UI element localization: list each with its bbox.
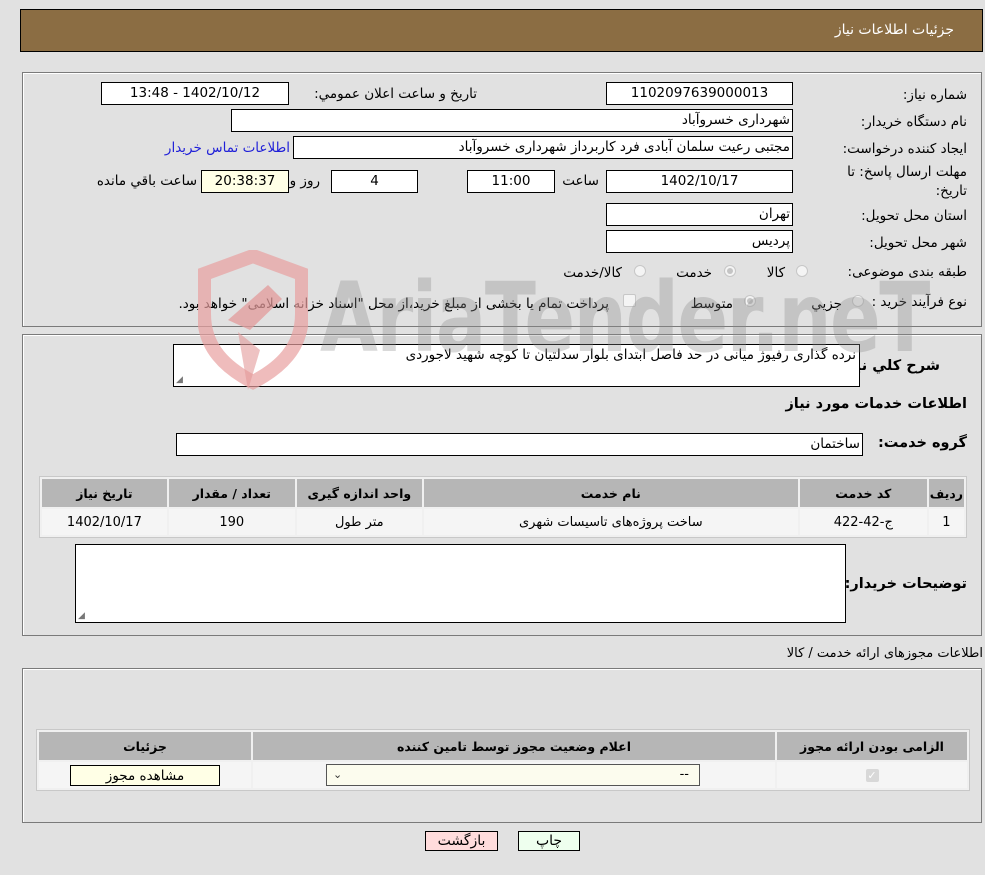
col-quantity: تعداد / مقدار (168, 479, 295, 507)
category-label-goods: کالا (766, 265, 785, 281)
cell-service-code: ج-42-422 (799, 509, 927, 535)
category-label-goods-service: کالا/خدمت (563, 265, 622, 281)
resize-grip-icon[interactable]: ◢ (78, 611, 85, 621)
process-label: نوع فرآیند خرید : (871, 294, 967, 310)
col-unit: واحد اندازه گیری (296, 479, 422, 507)
col-permit-status: اعلام وضعیت مجوز توسط تامین کننده (253, 732, 775, 760)
services-section-title: اطلاعات خدمات مورد نیاز (785, 396, 967, 412)
category-radio-goods[interactable] (796, 265, 808, 277)
remaining-time-field: 20:38:37 (201, 170, 289, 193)
creator-field: مجتبی رعیت سلمان آبادی فرد کاربرداز شهرد… (293, 136, 793, 159)
col-need-date: تاریخ نیاز (42, 479, 167, 507)
permit-required-checkbox: ✓ (865, 768, 879, 782)
process-label-medium: متوسط (690, 296, 733, 312)
col-service-name: نام خدمت (423, 479, 798, 507)
cell-need-date: 1402/10/17 (42, 509, 167, 535)
print-button[interactable]: چاپ (518, 831, 580, 851)
process-label-small: جزیي (811, 296, 842, 312)
announce-datetime-field: 1402/10/12 - 13:48 (101, 82, 289, 105)
province-label: استان محل تحویل: (861, 208, 967, 224)
table-row: ✓ -- ⌄ مشاهده مجوز (39, 762, 967, 788)
permit-status-select[interactable]: -- ⌄ (326, 764, 700, 786)
permits-table-header: الزامی بودن ارائه مجوز اعلام وضعیت مجوز … (39, 732, 967, 760)
deadline-date-field: 1402/10/17 (606, 170, 793, 193)
back-button[interactable]: بازگشت (425, 831, 498, 851)
service-group-field: ساختمان (176, 433, 863, 456)
col-row: ردیف (928, 479, 964, 507)
process-radio-medium[interactable] (744, 295, 756, 307)
deadline-time-label: ساعت (562, 173, 599, 189)
description-text: نرده گذاری رفیوژ میانی در حد فاصل ابتدای… (405, 347, 856, 363)
cell-row: 1 (928, 509, 964, 535)
buyer-org-label: نام دستگاه خریدار: (860, 114, 967, 130)
days-field: 4 (331, 170, 418, 193)
service-group-label: گروه خدمت: (877, 435, 967, 451)
buyer-notes-label: توضیحات خریدار: (844, 576, 967, 592)
treasury-checkbox[interactable] (623, 294, 636, 307)
category-label: طبقه بندی موضوعی: (847, 264, 967, 280)
days-label: روز و (289, 173, 320, 189)
chevron-down-icon: ⌄ (333, 768, 343, 781)
need-number-field: 1102097639000013 (606, 82, 793, 105)
col-service-code: کد خدمت (799, 479, 927, 507)
description-textarea[interactable]: نرده گذاری رفیوژ میانی در حد فاصل ابتدای… (173, 344, 860, 387)
services-table-header: ردیف کد خدمت نام خدمت واحد اندازه گیری ت… (42, 479, 964, 507)
remaining-label: ساعت باقي مانده (96, 173, 197, 189)
cell-unit: متر طول (296, 509, 422, 535)
deadline-label-line2: تاریخ: (935, 183, 967, 199)
permit-status-value: -- (679, 767, 689, 782)
creator-label: ایجاد کننده درخواست: (842, 141, 967, 157)
category-radio-service[interactable] (724, 265, 736, 277)
need-number-label: شماره نیاز: (902, 87, 967, 103)
services-table: ردیف کد خدمت نام خدمت واحد اندازه گیری ت… (39, 476, 967, 538)
col-permit-details: جزئیات (39, 732, 251, 760)
category-label-service: خدمت (676, 265, 712, 281)
cell-quantity: 190 (168, 509, 295, 535)
cell-permit-details: مشاهده مجوز (39, 762, 251, 788)
process-radio-small[interactable] (852, 295, 864, 307)
treasury-note: پرداخت تمام یا بخشی از مبلغ خرید،از محل … (178, 296, 609, 312)
view-permit-button[interactable]: مشاهده مجوز (70, 764, 220, 786)
city-label: شهر محل تحویل: (869, 235, 967, 251)
cell-permit-required: ✓ (777, 762, 967, 788)
deadline-time-field: 11:00 (467, 170, 555, 193)
buyer-notes-textarea[interactable]: ◢ (75, 544, 846, 623)
announce-label: تاریخ و ساعت اعلان عمومي: (314, 86, 477, 102)
cell-permit-status: -- ⌄ (253, 762, 775, 788)
province-field: تهران (606, 203, 793, 226)
city-field: پردیس (606, 230, 793, 253)
permits-table: الزامی بودن ارائه مجوز اعلام وضعیت مجوز … (36, 729, 970, 791)
page-header: جزئیات اطلاعات نیاز (20, 9, 983, 52)
resize-grip-icon[interactable]: ◢ (176, 375, 183, 385)
table-row: 1 ج-42-422 ساخت پروژه‌های تاسیسات شهری م… (42, 509, 964, 535)
category-radio-goods-service[interactable] (634, 265, 646, 277)
cell-service-name: ساخت پروژه‌های تاسیسات شهری (423, 509, 798, 535)
page-title: جزئیات اطلاعات نیاز (834, 22, 954, 38)
col-permit-required: الزامی بودن ارائه مجوز (777, 732, 967, 760)
deadline-label-line1: مهلت ارسال پاسخ: تا (847, 164, 967, 180)
buyer-contact-link[interactable]: اطلاعات تماس خریدار (165, 140, 290, 156)
permits-section-title: اطلاعات مجوزهای ارائه خدمت / کالا (786, 646, 983, 661)
buyer-org-field: شهرداری خسروآباد (231, 109, 793, 132)
